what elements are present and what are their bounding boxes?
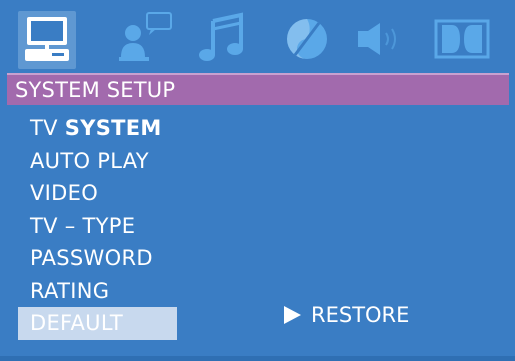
menu-item-label: VIDEO bbox=[30, 181, 99, 205]
menu-item-password[interactable]: PASSWORD bbox=[18, 242, 177, 275]
screen-bottom-edge bbox=[0, 356, 515, 361]
language-setup-icon[interactable] bbox=[119, 11, 175, 67]
menu-item-label: RATING bbox=[30, 278, 110, 303]
video-setup-icon[interactable] bbox=[279, 11, 335, 67]
menu-item-video[interactable]: VIDEO bbox=[18, 177, 177, 210]
audio-setup-icon[interactable] bbox=[197, 11, 253, 67]
dolby-digital-icon[interactable] bbox=[434, 11, 490, 67]
menu-item-rating[interactable]: RATING bbox=[18, 275, 177, 308]
option-label: RESTORE bbox=[311, 303, 410, 327]
section-title-bar: SYSTEM SETUP bbox=[7, 73, 509, 105]
menu-item-tv-type[interactable]: TV – TYPE bbox=[18, 210, 177, 243]
menu-item-label-emphasis: SYSTEM bbox=[64, 116, 162, 140]
menu-item-label: AUTO PLAY bbox=[30, 148, 149, 173]
menu-item-default[interactable]: DEFAULT bbox=[18, 307, 177, 340]
right-arrow-icon bbox=[284, 306, 301, 324]
page-title: SYSTEM SETUP bbox=[15, 78, 176, 102]
setup-menu: TV SYSTEM AUTO PLAY VIDEO TV – TYPE PASS… bbox=[18, 112, 318, 340]
menu-item-tv-system[interactable]: TV SYSTEM bbox=[18, 112, 177, 145]
speaker-setup-icon[interactable] bbox=[354, 11, 410, 67]
system-setup-icon[interactable] bbox=[18, 11, 76, 69]
setup-screen: SYSTEM SETUP TV SYSTEM AUTO PLAY VIDEO T… bbox=[0, 0, 515, 361]
menu-item-label: TV – TYPE bbox=[30, 213, 136, 238]
menu-item-label: DEFAULT bbox=[30, 311, 124, 335]
menu-item-label: TV bbox=[30, 116, 65, 140]
option-restore[interactable]: RESTORE bbox=[284, 300, 409, 330]
menu-item-auto-play[interactable]: AUTO PLAY bbox=[18, 145, 177, 178]
setup-category-bar bbox=[7, 5, 509, 73]
menu-item-label: PASSWORD bbox=[30, 246, 153, 270]
